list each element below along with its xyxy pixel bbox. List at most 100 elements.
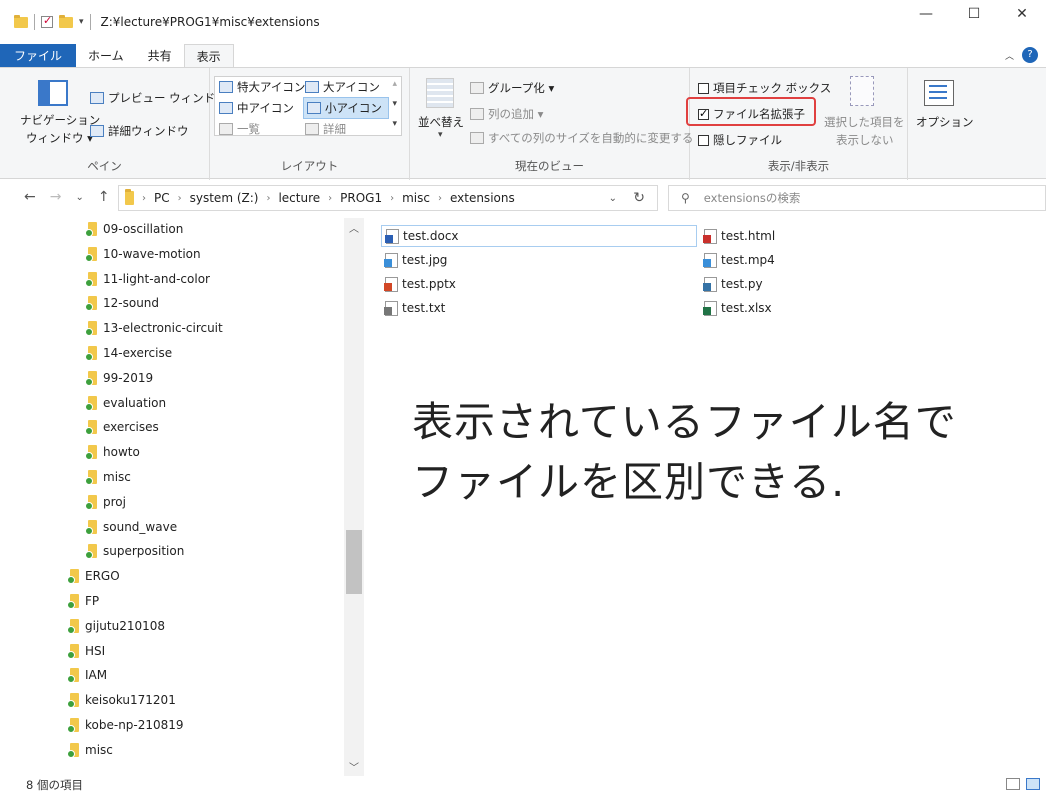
file-item[interactable]: test.py (700, 273, 763, 295)
layout-details[interactable]: 詳細 (305, 121, 346, 137)
tree-item[interactable]: keisoku171201 (67, 693, 176, 709)
sort-icon[interactable] (426, 78, 454, 108)
tree-item[interactable]: misc (85, 470, 131, 485)
close-button[interactable]: ✕ (998, 6, 1046, 22)
file-item[interactable]: test.html (700, 225, 775, 247)
navigation-pane-button-line2[interactable]: ウィンドウ ▾ (26, 130, 93, 146)
sort-button[interactable]: 並べ替え (418, 114, 464, 130)
recent-locations-icon[interactable]: ⌄ (75, 189, 83, 207)
breadcrumb-misc[interactable]: misc (402, 191, 430, 205)
tree-item[interactable]: misc (67, 742, 113, 758)
tree-item[interactable]: superposition (85, 544, 184, 560)
folder-icon (67, 693, 79, 709)
tree-item[interactable]: 11-light-and-color (85, 271, 210, 287)
gallery-down-icon[interactable]: ▾ (392, 99, 397, 109)
customize-quick-access-icon[interactable]: ▾ (79, 17, 84, 27)
tree-item[interactable]: 09-oscillation (85, 222, 183, 237)
tree-item[interactable]: proj (85, 494, 126, 510)
tree-item[interactable]: 99-2019 (85, 370, 153, 386)
chevron-right-icon[interactable]: › (328, 193, 332, 204)
details-view-icon[interactable] (1006, 778, 1020, 790)
tab-view[interactable]: 表示 (183, 44, 234, 68)
file-item[interactable]: test.mp4 (700, 249, 775, 271)
chevron-right-icon[interactable]: › (390, 193, 394, 204)
tab-home[interactable]: ホーム (76, 44, 136, 68)
scroll-up-icon[interactable]: ︿ (344, 220, 364, 235)
address-dropdown-icon[interactable]: ⌄ (609, 193, 617, 204)
options-button[interactable]: オプション (916, 114, 974, 130)
chevron-right-icon[interactable]: › (438, 193, 442, 204)
item-check-boxes-checkbox[interactable] (698, 82, 709, 94)
tab-share[interactable]: 共有 (136, 44, 184, 68)
breadcrumb-prog1[interactable]: PROG1 (340, 191, 382, 205)
navigation-pane-button-line1[interactable]: ナビゲーション (20, 112, 100, 128)
window-title: Z:¥lecture¥PROG1¥misc¥extensions (100, 15, 320, 29)
layout-list[interactable]: 一覧 (219, 121, 260, 137)
layout-large-icons[interactable]: 大アイコン (305, 79, 380, 95)
chevron-right-icon[interactable]: › (266, 193, 270, 204)
large-icons-view-icon[interactable] (1026, 778, 1040, 790)
sort-dropdown-icon[interactable]: ▾ (438, 130, 443, 140)
tree-item[interactable]: 12-sound (85, 296, 159, 312)
scroll-thumb[interactable] (346, 530, 362, 594)
breadcrumb-extensions[interactable]: extensions (450, 191, 515, 205)
tree-item[interactable]: kobe-np-210819 (67, 718, 184, 733)
help-icon[interactable]: ? (1022, 47, 1038, 63)
hide-selected-label-line1[interactable]: 選択した項目を (824, 114, 905, 130)
hide-selected-icon[interactable] (850, 76, 874, 106)
breadcrumb-pc[interactable]: PC (154, 191, 170, 205)
tab-file[interactable]: ファイル (0, 44, 77, 68)
nav-pane-scrollbar[interactable]: ︿ ﹀ (344, 218, 364, 776)
tree-item[interactable]: 10-wave-motion (85, 246, 201, 262)
add-columns-button[interactable]: 列の追加 ▾ (470, 106, 543, 122)
forward-arrow-icon[interactable]: → (50, 189, 62, 207)
tree-item[interactable]: IAM (67, 668, 107, 684)
preview-pane-button[interactable]: プレビュー ウィンドウ (90, 90, 227, 106)
tree-item[interactable]: 14-exercise (85, 346, 172, 361)
properties-icon[interactable] (41, 14, 53, 28)
search-box[interactable]: ⚲ extensionsの検索 (668, 185, 1046, 211)
folder-icon[interactable] (14, 14, 28, 28)
tree-item[interactable]: HSI (67, 643, 105, 659)
file-item[interactable]: test.docx (381, 225, 697, 247)
layout-medium-icons[interactable]: 中アイコン (219, 100, 294, 116)
breadcrumb-drive[interactable]: system (Z:) (190, 191, 259, 205)
hidden-items-checkbox[interactable] (698, 134, 709, 146)
file-item[interactable]: test.txt (381, 297, 445, 319)
refresh-icon[interactable]: ↻ (633, 190, 645, 206)
tree-item[interactable]: FP (67, 594, 99, 609)
collapse-ribbon-icon[interactable]: ︿ (1005, 49, 1014, 62)
tree-item[interactable]: ERGO (67, 569, 120, 585)
group-by-button[interactable]: グループ化 ▾ (470, 80, 554, 96)
tree-item[interactable]: howto (85, 445, 140, 461)
layout-small-icons[interactable]: 小アイコン (307, 100, 382, 116)
hidden-items-option[interactable]: 隠しファイル (698, 132, 782, 148)
back-arrow-icon[interactable]: ← (24, 189, 36, 207)
layout-extra-large-icons[interactable]: 特大アイコン (219, 79, 305, 95)
maximize-button[interactable]: ☐ (950, 6, 998, 22)
minimize-button[interactable]: — (902, 6, 950, 22)
navigation-pane-icon[interactable] (38, 80, 68, 106)
hide-selected-label-line2[interactable]: 表示しない (836, 132, 894, 148)
file-item[interactable]: test.pptx (381, 273, 456, 295)
chevron-right-icon[interactable]: › (142, 193, 146, 204)
tree-item[interactable]: evaluation (85, 395, 166, 411)
breadcrumb-lecture[interactable]: lecture (278, 191, 320, 205)
options-icon[interactable] (924, 80, 954, 106)
file-item[interactable]: test.jpg (381, 249, 447, 271)
tree-item[interactable]: exercises (85, 420, 159, 436)
details-pane-button[interactable]: 詳細ウィンドウ (90, 123, 189, 139)
tree-item[interactable]: 13-electronic-circuit (85, 321, 223, 337)
scroll-down-icon[interactable]: ﹀ (344, 759, 364, 774)
file-item[interactable]: test.xlsx (700, 297, 772, 319)
gallery-more-icon[interactable]: ▾ (392, 119, 397, 129)
gallery-up-icon[interactable]: ▴ (392, 79, 397, 89)
size-all-columns-button[interactable]: すべての列のサイズを自動的に変更する (470, 130, 693, 146)
chevron-right-icon[interactable]: › (178, 193, 182, 204)
address-bar[interactable]: › PC › system (Z:) › lecture › PROG1 › m… (118, 185, 658, 211)
item-check-boxes-option[interactable]: 項目チェック ボックス (698, 80, 831, 96)
new-folder-icon[interactable] (59, 14, 73, 28)
tree-item[interactable]: sound_wave (85, 519, 177, 535)
tree-item[interactable]: gijutu210108 (67, 618, 165, 634)
up-arrow-icon[interactable]: ↑ (98, 189, 110, 207)
